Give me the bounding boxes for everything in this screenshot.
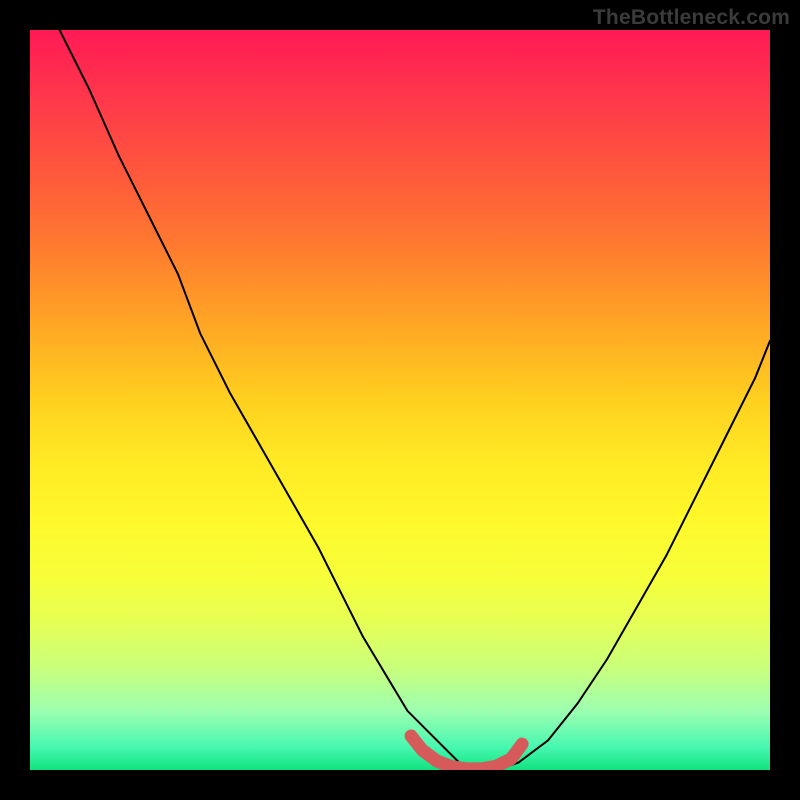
- bottleneck-curve: [60, 30, 770, 770]
- curve-svg: [30, 30, 770, 770]
- watermark-text: TheBottleneck.com: [593, 6, 790, 30]
- plot-area: [30, 30, 770, 770]
- chart-frame: TheBottleneck.com: [0, 0, 800, 800]
- optimal-region-curve: [411, 736, 522, 769]
